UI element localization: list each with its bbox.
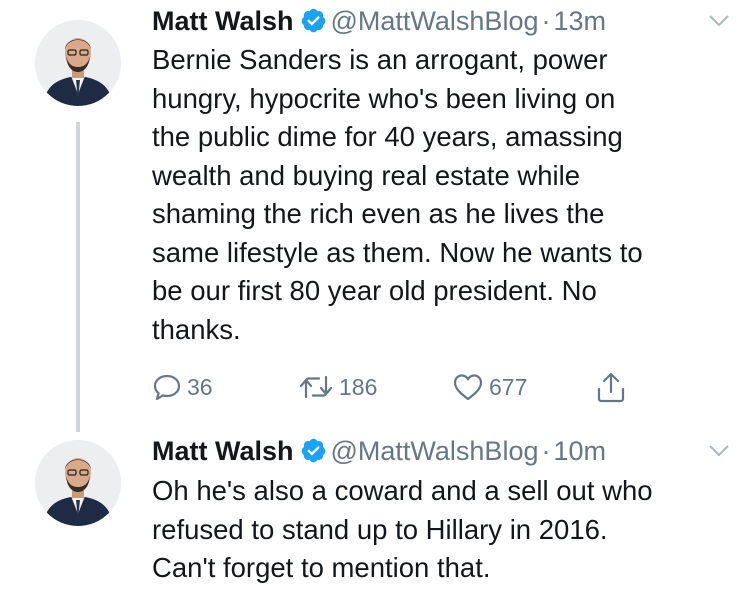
author-name[interactable]: Matt Walsh — [152, 436, 294, 466]
verified-badge-icon — [301, 438, 325, 463]
avatar-image — [35, 440, 121, 526]
tweet-text-line: refused to stand up to Hillary in 2016. — [152, 513, 608, 545]
tweet-text: Oh he's also a coward and a sell out who… — [152, 472, 732, 588]
author-handle[interactable]: @MattWalshBlog — [331, 436, 539, 466]
tweet-text-line: Oh he's also a coward and a sell out who — [152, 475, 653, 506]
chevron-down-icon[interactable] — [708, 444, 730, 458]
tweet-2[interactable]: Matt Walsh @MattWalshBlog · 10m Oh he's als… — [0, 0, 750, 596]
separator-dot: · — [541, 436, 551, 466]
tweet-text-line: Can't forget to mention that. — [152, 552, 491, 583]
avatar[interactable] — [35, 440, 121, 526]
tweet-header: Matt Walsh @MattWalshBlog · 10m — [152, 433, 730, 469]
tweet-timestamp[interactable]: 10m — [553, 436, 606, 466]
